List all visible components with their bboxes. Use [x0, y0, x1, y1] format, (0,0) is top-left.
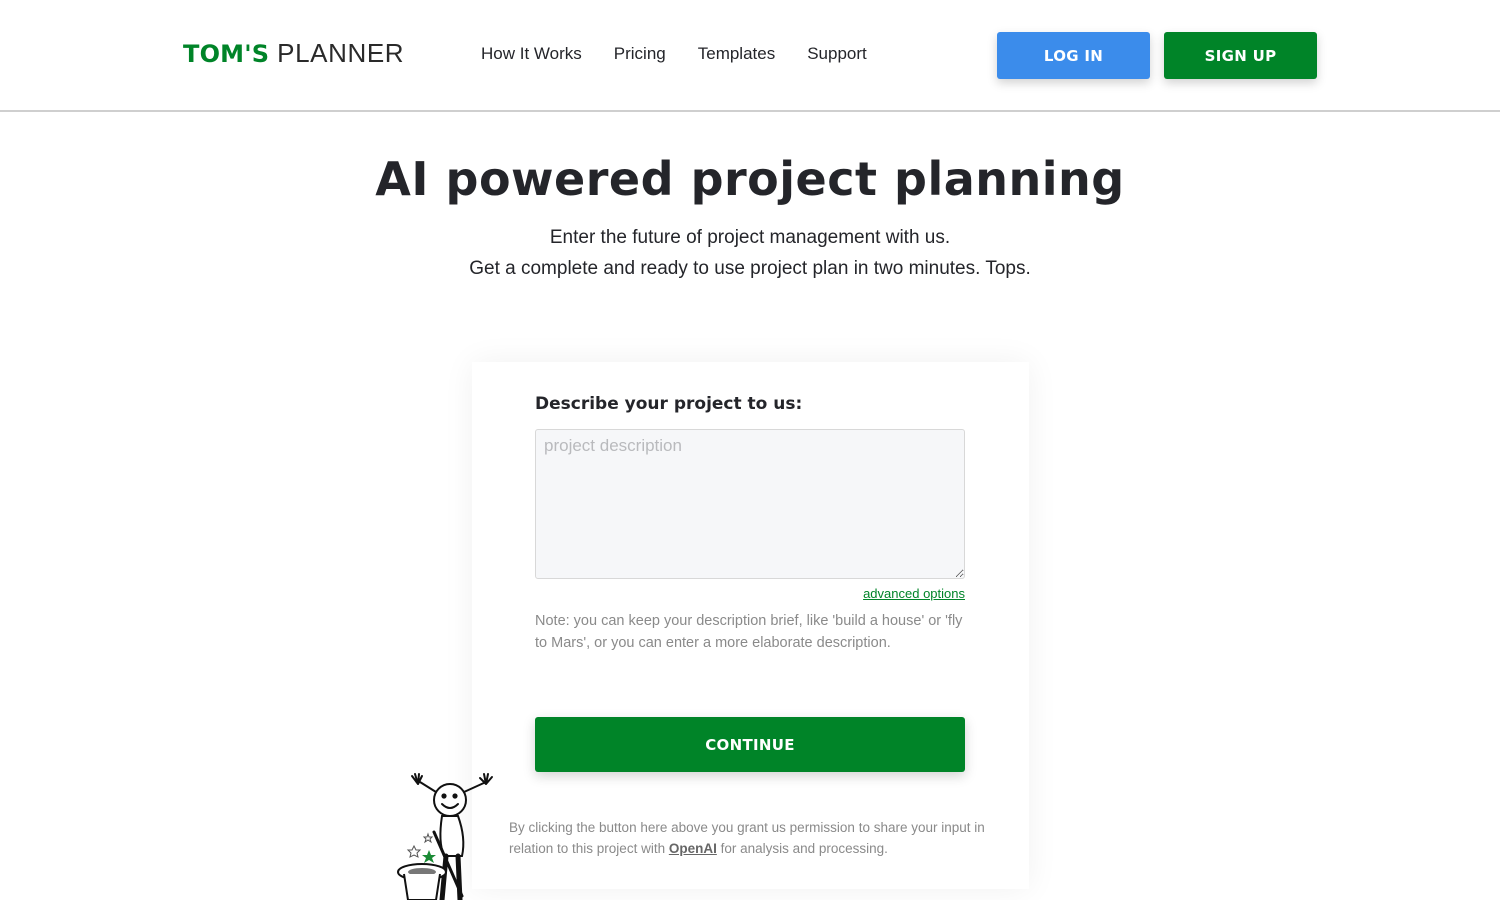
- description-note: Note: you can keep your description brie…: [535, 613, 963, 651]
- magician-stick-figure-icon: [397, 773, 493, 900]
- openai-link[interactable]: OpenAI: [669, 841, 717, 856]
- project-description-input[interactable]: [535, 429, 965, 579]
- project-form-card: Describe your project to us: advanced op…: [472, 362, 1029, 889]
- page-title: AI powered project planning: [375, 152, 1125, 206]
- logo[interactable]: TOM'S PLANNER: [183, 38, 404, 69]
- logo-bold-text: TOM'S: [183, 40, 270, 68]
- nav-pricing[interactable]: Pricing: [614, 44, 666, 64]
- nav-how-it-works[interactable]: How It Works: [481, 44, 582, 64]
- hero-subtitle-line-1: Enter the future of project management w…: [549, 227, 951, 248]
- main-nav: How It Works Pricing Templates Support: [481, 44, 899, 64]
- consent-text: By clicking the button here above you gr…: [509, 817, 1009, 859]
- sign-up-button[interactable]: SIGN UP: [1164, 32, 1317, 79]
- continue-button[interactable]: CONTINUE: [535, 717, 965, 772]
- nav-templates[interactable]: Templates: [698, 44, 775, 64]
- nav-support[interactable]: Support: [807, 44, 867, 64]
- top-navigation-bar: TOM'S PLANNER How It Works Pricing Templ…: [0, 0, 1500, 112]
- hero-subtitle-line-2: Get a complete and ready to use project …: [469, 258, 1031, 279]
- log-in-button[interactable]: LOG IN: [997, 32, 1150, 79]
- logo-light-text: PLANNER: [277, 38, 405, 68]
- advanced-options-link[interactable]: advanced options: [863, 586, 965, 601]
- project-description-label: Describe your project to us:: [535, 394, 803, 414]
- consent-text-after: for analysis and processing.: [716, 841, 888, 856]
